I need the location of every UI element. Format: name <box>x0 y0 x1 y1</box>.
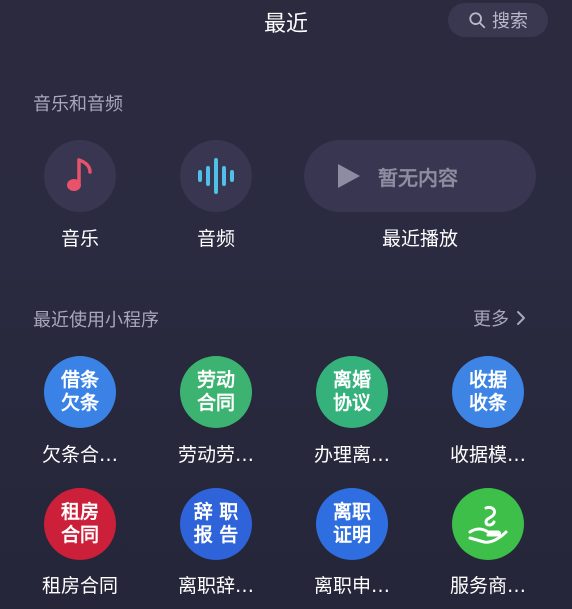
music-button[interactable] <box>44 140 116 212</box>
mini-app-iou[interactable]: 借条 欠条 <box>44 356 116 428</box>
mini-app-service-provider[interactable] <box>452 488 524 560</box>
app-icon-text: 合同 <box>196 392 235 414</box>
mini-app-divorce-agreement[interactable]: 离婚 协议 <box>316 356 388 428</box>
app-icon-text: 报 告 <box>193 524 239 546</box>
audio-button[interactable] <box>180 140 252 212</box>
recent-play-button[interactable]: 暂无内容 <box>304 140 536 212</box>
app-label: 离职辞… <box>177 575 254 597</box>
app-label: 办理离… <box>313 444 390 466</box>
app-icon-text: 劳动 <box>196 369 235 391</box>
app-icon-text: 欠条 <box>60 392 99 414</box>
search-button[interactable]: 搜索 <box>448 3 548 37</box>
top-bar: 最近 搜索 <box>0 0 572 44</box>
more-button[interactable]: 更多 <box>473 305 527 331</box>
app-icon-text: 离婚 <box>332 369 371 391</box>
app-icon-text: 收据 <box>468 369 507 391</box>
app-icon-text: 收条 <box>468 392 507 414</box>
mini-app-resignation-report[interactable]: 辞 职 报 告 <box>180 488 252 560</box>
mini-app-labor-contract[interactable]: 劳动 合同 <box>180 356 252 428</box>
music-note-icon <box>67 158 92 191</box>
play-icon <box>338 164 360 188</box>
app-icon-text: 证明 <box>332 524 371 546</box>
app-icon-text: 租房 <box>60 501 99 523</box>
music-label: 音乐 <box>60 228 99 250</box>
recent-play-empty-text: 暂无内容 <box>378 165 458 190</box>
media-section-title: 音乐和音频 <box>33 94 123 115</box>
hand-holding-leaf-icon <box>468 506 508 544</box>
more-label: 更多 <box>473 309 509 330</box>
app-label: 服务商… <box>449 575 526 597</box>
audio-label: 音频 <box>196 228 235 250</box>
app-label: 租房合同 <box>41 575 118 597</box>
chevron-right-icon <box>517 311 525 325</box>
app-label: 欠条合… <box>41 444 118 466</box>
search-label: 搜索 <box>492 11 528 32</box>
app-icon-text: 合同 <box>60 524 99 546</box>
audio-wave-icon <box>198 158 234 194</box>
app-label: 收据模… <box>449 444 526 466</box>
app-label: 劳动劳… <box>177 444 254 466</box>
recent-play-label: 最近播放 <box>381 228 458 250</box>
app-icon-text: 辞 职 <box>193 501 239 523</box>
mini-app-resignation-certificate[interactable]: 离职 证明 <box>316 488 388 560</box>
mini-programs-title: 最近使用小程序 <box>33 310 159 331</box>
search-icon <box>469 12 486 29</box>
app-icon-text: 协议 <box>332 392 371 414</box>
mini-app-receipt[interactable]: 收据 收条 <box>452 356 524 428</box>
app-icon-text: 借条 <box>60 369 99 391</box>
mini-app-rental-contract[interactable]: 租房 合同 <box>44 488 116 560</box>
app-icon-text: 离职 <box>332 501 371 523</box>
app-label: 离职申… <box>313 575 390 597</box>
